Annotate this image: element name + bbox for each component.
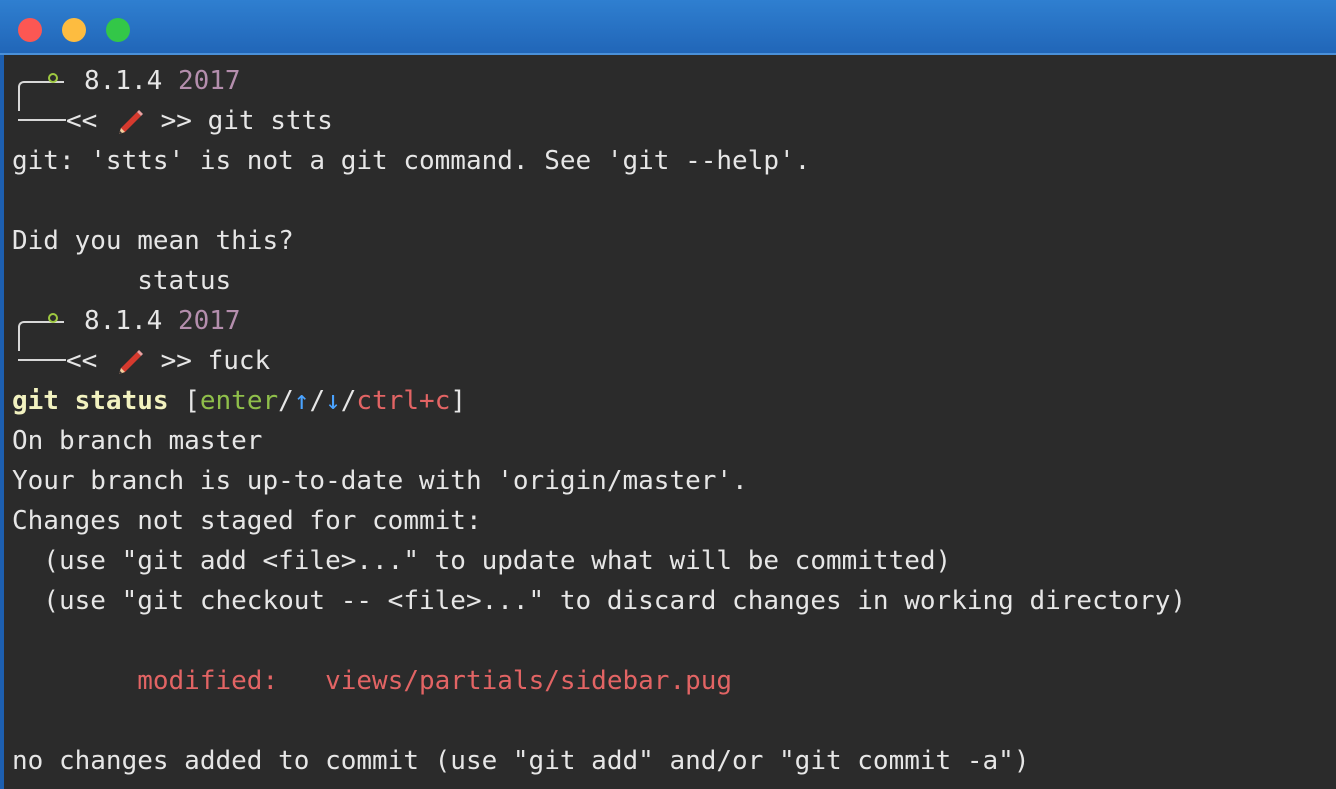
prompt-bracket	[18, 321, 64, 351]
choice-sep: /	[309, 386, 326, 416]
choice-down: ↓	[325, 386, 341, 416]
prompt-year: 2017	[177, 306, 241, 336]
prompt-bracket-bottom	[18, 359, 66, 361]
prompt-ring-icon	[48, 313, 58, 323]
choice-sep: /	[340, 386, 357, 416]
selected-command: git status	[12, 386, 169, 416]
modified-file: views/partials/sidebar.pug	[325, 666, 733, 696]
prompt-left-marker: <<	[66, 346, 98, 376]
no-changes-line: no changes added to commit (use "git add…	[12, 746, 1030, 776]
prompt-right-marker: >>	[160, 106, 192, 136]
choice-close: ]	[450, 386, 466, 416]
terminal-content[interactable]: 8.1.4 2017 << >> git stts git: 'stts' is…	[0, 55, 1336, 789]
prompt-right-marker: >>	[160, 346, 192, 376]
up-to-date-line: Your branch is up-to-date with 'origin/m…	[12, 466, 748, 496]
hint-add-line: (use "git add <file>..." to update what …	[12, 546, 952, 576]
branch-line: On branch master	[12, 426, 263, 456]
maximize-button[interactable]	[106, 18, 130, 42]
suggestion-line: status	[12, 266, 232, 296]
choice-up: ↑	[293, 386, 310, 416]
pencil-icon	[113, 106, 145, 138]
prompt-bracket	[18, 81, 64, 111]
prompt-year: 2017	[177, 66, 241, 96]
prompt-header: 8.1.4 2017	[84, 301, 241, 341]
prompt-version: 8.1.4	[84, 306, 163, 336]
terminal-window: 8.1.4 2017 << >> git stts git: 'stts' is…	[0, 0, 1336, 789]
choice-enter: enter	[199, 386, 279, 416]
choice-open: [	[168, 386, 200, 416]
prompt-command: fuck	[207, 346, 271, 376]
prompt-bracket-bottom	[18, 119, 66, 121]
did-you-mean-line: Did you mean this?	[12, 226, 294, 256]
prompt-left-marker: <<	[66, 106, 98, 136]
prompt-version: 8.1.4	[84, 66, 163, 96]
modified-line: modified: views/partials/sidebar.pug	[12, 661, 732, 701]
prompt-command: git stts	[207, 106, 333, 136]
selected-command-line[interactable]: git status [enter/↑/↓/ctrl+c]	[12, 381, 466, 421]
pencil-icon	[113, 346, 145, 378]
not-staged-line: Changes not staged for commit:	[12, 506, 482, 536]
error-line: git: 'stts' is not a git command. See 'g…	[12, 146, 811, 176]
minimize-button[interactable]	[62, 18, 86, 42]
prompt-command-line: << >> git stts	[66, 101, 333, 141]
modified-label: modified:	[12, 666, 326, 696]
choice-cancel: ctrl+c	[356, 386, 451, 416]
close-button[interactable]	[18, 18, 42, 42]
title-bar	[0, 0, 1336, 55]
choice-sep: /	[278, 386, 294, 416]
prompt-ring-icon	[48, 73, 58, 83]
prompt-header: 8.1.4 2017	[84, 61, 241, 101]
prompt-command-line: << >> fuck	[66, 341, 270, 381]
hint-checkout-line: (use "git checkout -- <file>..." to disc…	[12, 586, 1186, 616]
